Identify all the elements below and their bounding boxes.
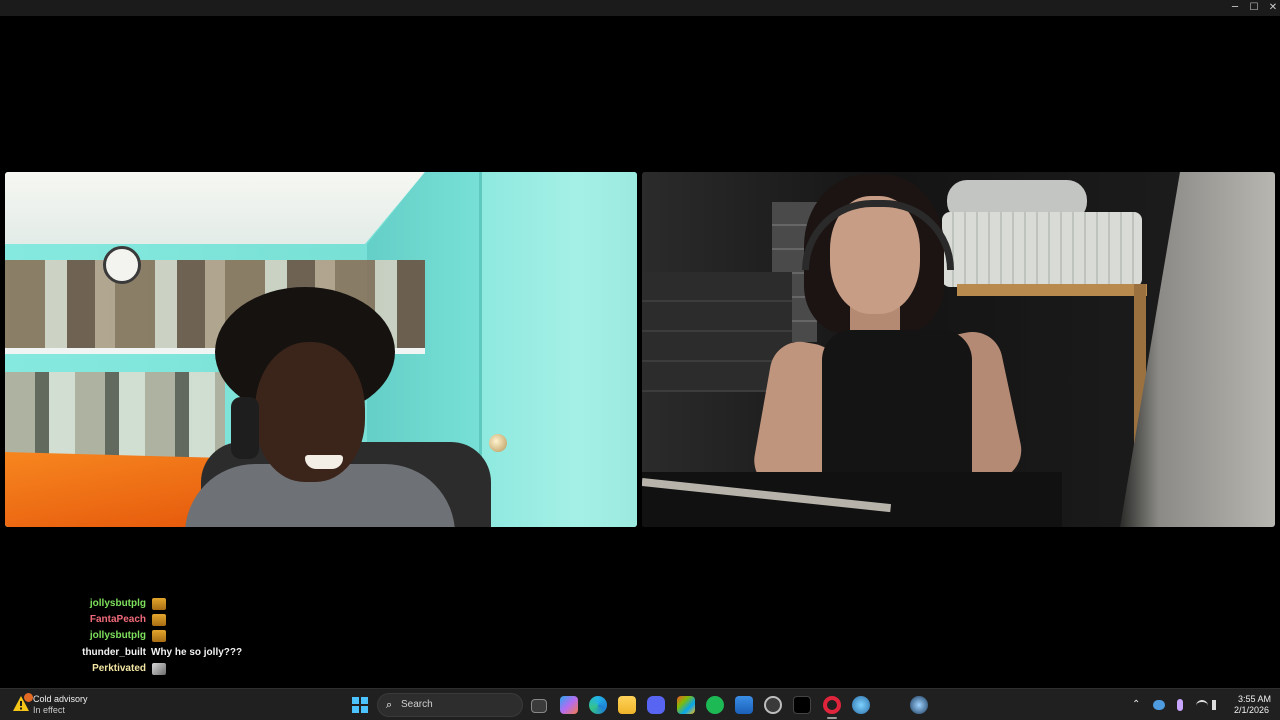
door — [479, 172, 637, 527]
tiktok-icon[interactable] — [793, 696, 811, 714]
chat-username: Perktivated — [92, 663, 146, 674]
chat-username: thunder_built — [82, 647, 146, 658]
settings-icon[interactable] — [764, 696, 782, 714]
onedrive-icon[interactable] — [1153, 700, 1165, 710]
chat-message: jollysbutplg — [0, 628, 260, 644]
clock-time[interactable]: 3:55 AM — [1238, 694, 1271, 704]
chat-message: FantaPeach — [0, 612, 260, 628]
task-view-icon[interactable] — [531, 699, 547, 713]
chat-username: FantaPeach — [89, 614, 146, 625]
taskbar: Cold advisory In effect ⌕ Search ⌃ 3:55 … — [0, 688, 1280, 720]
weather-title: Cold advisory — [33, 694, 88, 704]
video-feed-left — [5, 172, 637, 527]
window-titlebar: ─ ☐ ✕ — [0, 0, 1280, 16]
headset — [231, 397, 259, 459]
wifi-icon[interactable] — [1196, 700, 1208, 712]
bed — [942, 212, 1142, 287]
avatar-emote-icon — [152, 663, 166, 675]
mail-icon[interactable] — [735, 696, 753, 714]
clock-date[interactable]: 2/1/2026 — [1234, 705, 1269, 715]
chat-username: jollysbutplg — [89, 630, 146, 641]
wall-clock — [103, 246, 141, 284]
door-knob — [489, 434, 507, 452]
copilot-icon[interactable] — [560, 696, 578, 714]
volume-icon[interactable] — [1212, 700, 1224, 710]
file-explorer-icon[interactable] — [618, 696, 636, 714]
jolly-emote-icon — [152, 630, 166, 642]
search-icon: ⌕ — [386, 698, 393, 711]
opera-gx-icon[interactable] — [823, 696, 841, 714]
weather-badge — [24, 693, 33, 702]
tray-chevron-icon[interactable]: ⌃ — [1132, 697, 1140, 713]
video-feed-right — [642, 172, 1275, 527]
discord-icon[interactable] — [647, 696, 665, 714]
windows-logo-icon — [352, 697, 359, 704]
bed-frame — [957, 284, 1147, 296]
chat-text: Why he so jolly??? — [151, 647, 243, 658]
chat-message: jollysbutplg — [0, 596, 260, 612]
microsoft-store-icon[interactable] — [677, 696, 695, 714]
active-app-indicator — [827, 717, 837, 719]
weather-subtitle: In effect — [33, 705, 65, 715]
spotify-icon[interactable] — [706, 696, 724, 714]
counter-items — [5, 372, 225, 462]
edge-icon[interactable] — [589, 696, 607, 714]
chat-message: Perktivated — [0, 661, 260, 677]
chat-message: thunder_built Why he so jolly??? — [0, 645, 260, 661]
close-button[interactable]: ✕ — [1262, 0, 1280, 16]
search-box[interactable]: ⌕ Search — [377, 693, 523, 717]
jolly-emote-icon — [152, 614, 166, 626]
streamer-smile — [305, 455, 343, 469]
search-placeholder: Search — [401, 699, 433, 710]
browser-icon[interactable] — [852, 696, 870, 714]
steam-icon[interactable] — [910, 696, 928, 714]
jolly-emote-icon — [152, 598, 166, 610]
start-button[interactable] — [352, 697, 368, 713]
chat-username: jollysbutplg — [89, 598, 146, 609]
microphone-icon[interactable] — [1177, 699, 1183, 711]
